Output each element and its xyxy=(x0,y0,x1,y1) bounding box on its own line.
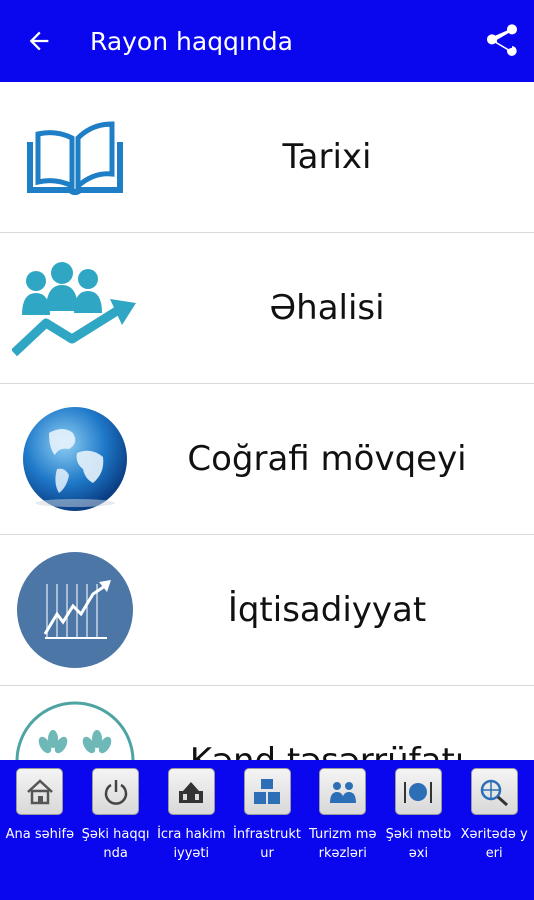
people-group-icon[interactable] xyxy=(319,768,367,815)
home-icon[interactable] xyxy=(16,768,64,815)
nav-label: Ana səhifə xyxy=(5,827,75,842)
app-bar: Rayon haqqında xyxy=(0,0,534,82)
list-item-kend-teserrufati[interactable]: Kənd təsərrüfatı xyxy=(0,686,534,760)
nav-label: Şəki haqqında xyxy=(81,827,150,861)
nav-seki-metbexi[interactable]: Şəki mətbəxi xyxy=(381,768,457,900)
government-building-icon[interactable] xyxy=(167,768,215,815)
menu-list: Tarixi Əhalisi Coğrafi mövqeyi İqtisadiy… xyxy=(0,82,534,760)
list-item-iqtisadiyyat[interactable]: İqtisadiyyat xyxy=(0,535,534,686)
wheat-icon xyxy=(0,686,150,760)
globe-search-icon[interactable] xyxy=(470,768,518,815)
plate-cutlery-icon[interactable] xyxy=(394,768,442,815)
list-item-cografi-movqeyi[interactable]: Coğrafi mövqeyi xyxy=(0,384,534,535)
page-title: Rayon haqqında xyxy=(90,26,293,56)
nav-label: İcra hakimiyyəti xyxy=(157,827,226,861)
nav-seki-haqqinda[interactable]: Şəki haqqında xyxy=(78,768,154,900)
globe-icon xyxy=(0,384,150,534)
economy-chart-icon xyxy=(0,535,150,685)
list-item-label: Tarixi xyxy=(282,137,372,177)
building-blocks-icon[interactable] xyxy=(243,768,291,815)
back-button[interactable] xyxy=(0,0,84,82)
nav-icra-hakimiyyeti[interactable]: İcra hakimiyyəti xyxy=(153,768,229,900)
nav-xeritede-yeri[interactable]: Xəritədə yeri xyxy=(456,768,532,900)
share-button[interactable] xyxy=(470,0,534,82)
bottom-navigation: Ana səhifə Şəki haqqında İcra hakimiyyət… xyxy=(0,760,534,900)
nav-label: İnfrastruktur xyxy=(232,827,302,861)
nav-label: Turizm mərkəzləri xyxy=(309,827,377,861)
nav-label: Şəki mətbəxi xyxy=(385,827,452,861)
list-item-ehalisi[interactable]: Əhalisi xyxy=(0,233,534,384)
list-item-label: Coğrafi mövqeyi xyxy=(187,439,467,479)
nav-turizm-merkezleri[interactable]: Turizm mərkəzləri xyxy=(305,768,381,900)
power-icon[interactable] xyxy=(92,768,140,815)
list-item-label: Kənd təsərrüfatı xyxy=(150,741,534,760)
list-item-label: Əhalisi xyxy=(269,288,385,328)
share-icon xyxy=(487,24,517,56)
nav-infrastruktur[interactable]: İnfrastruktur xyxy=(229,768,305,900)
nav-ana-sehife[interactable]: Ana səhifə xyxy=(2,768,78,900)
arrow-left-icon xyxy=(29,31,49,51)
list-item-tarixi[interactable]: Tarixi xyxy=(0,82,534,233)
population-growth-icon xyxy=(0,233,150,383)
nav-label: Xəritədə yeri xyxy=(460,827,528,861)
open-book-icon xyxy=(0,82,150,232)
list-item-label: İqtisadiyyat xyxy=(227,590,427,630)
